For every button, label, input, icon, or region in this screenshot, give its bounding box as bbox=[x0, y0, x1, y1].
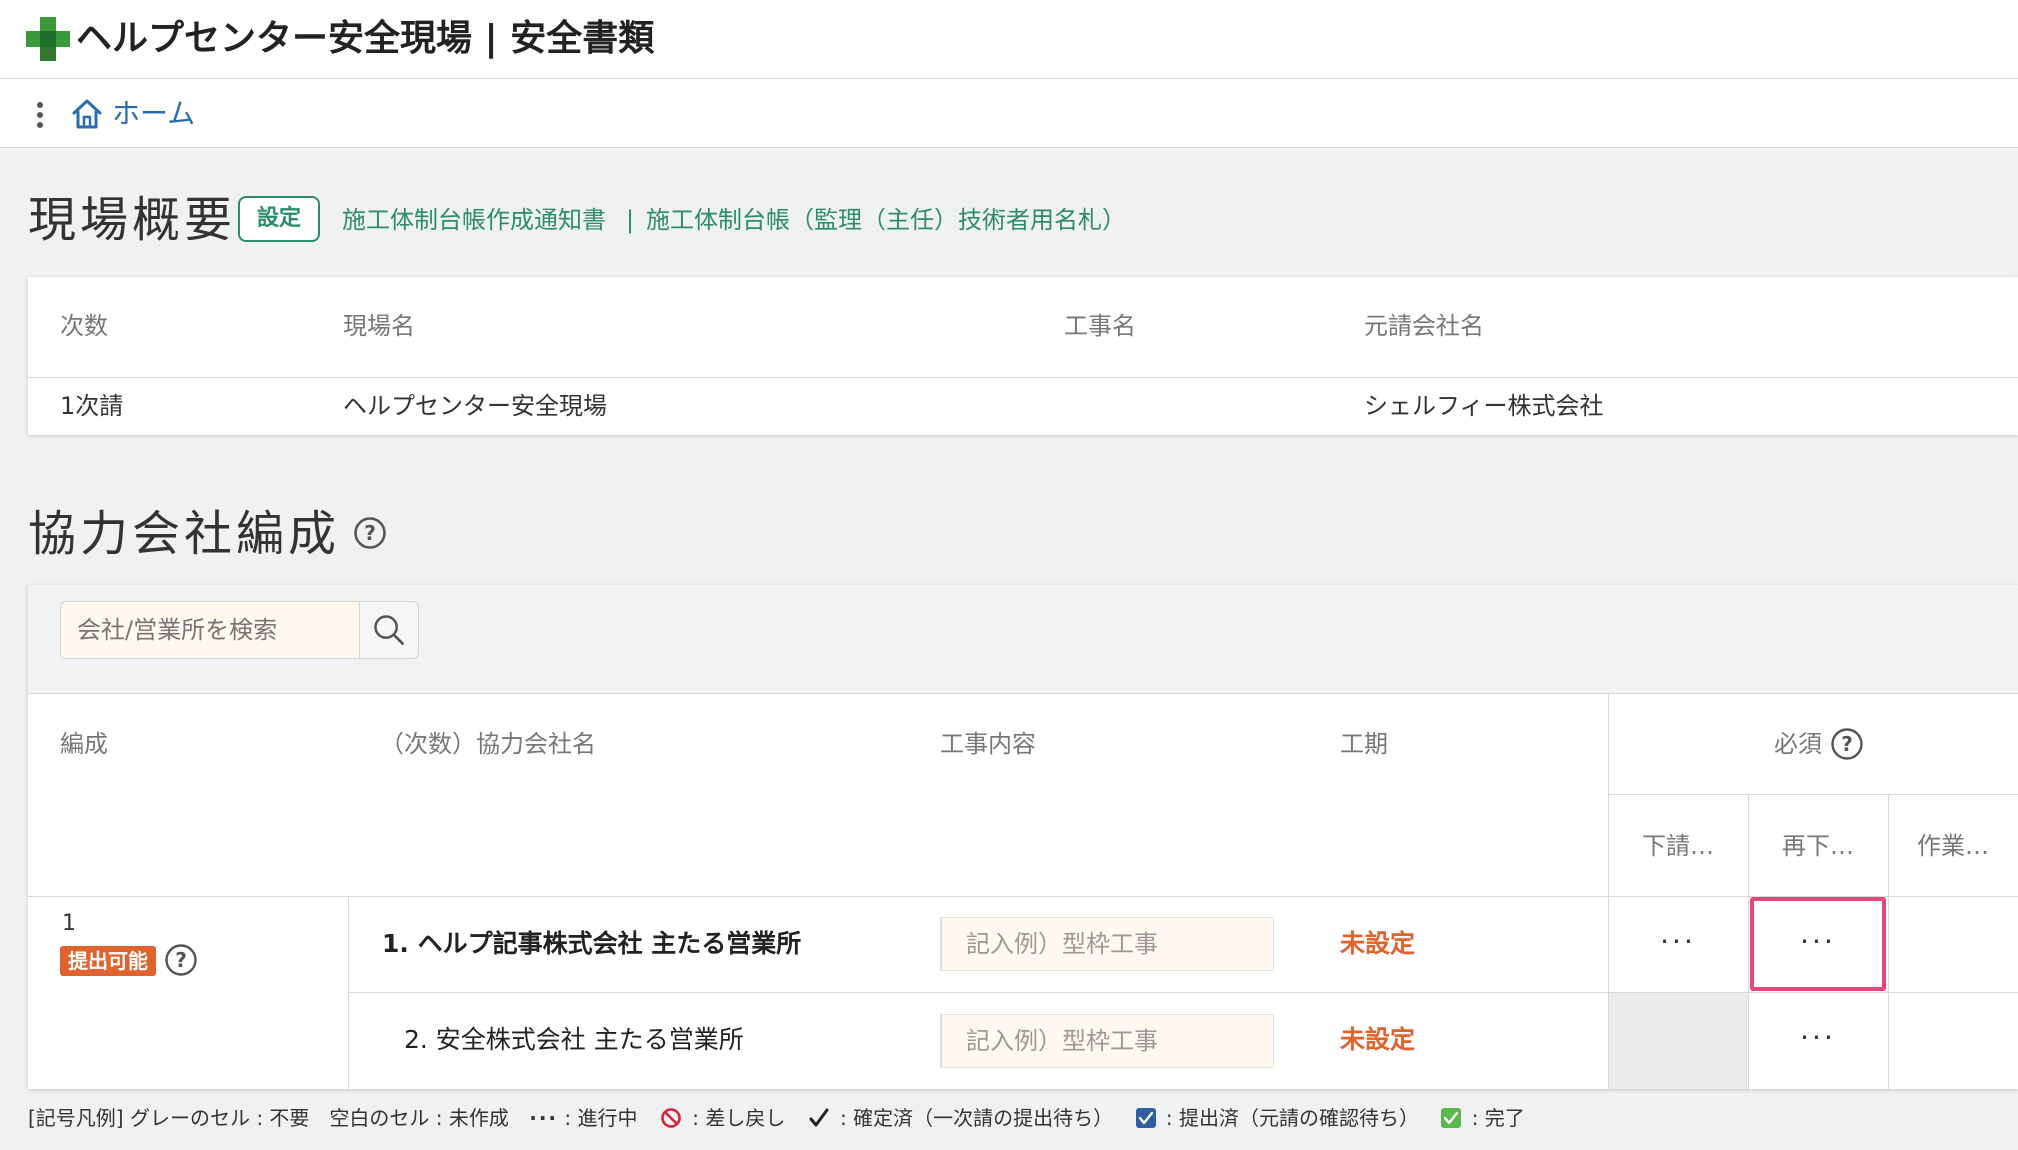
column-header-required: 必須 bbox=[1774, 730, 1822, 758]
work-content-input[interactable]: 記入例）型枠工事 bbox=[940, 917, 1274, 971]
construction-notice-link[interactable]: 施工体制台帳作成通知書 bbox=[342, 200, 606, 240]
in-progress-cell[interactable]: ··· bbox=[1608, 922, 1748, 962]
completed-checkbox-icon bbox=[1441, 1108, 1462, 1128]
logo-cross-icon bbox=[26, 17, 70, 61]
period-status[interactable]: 未設定 bbox=[1340, 924, 1415, 964]
overview-header-site-name: 現場名 bbox=[343, 312, 415, 340]
symbol-legend: [記号凡例] グレーのセル : 不要 空白のセル : 未作成 ··· : 進行中… bbox=[28, 1100, 1525, 1136]
column-header-company: （次数）協力会社名 bbox=[380, 730, 596, 758]
legend-returned: : 差し戻し bbox=[692, 1106, 786, 1130]
search-button[interactable] bbox=[359, 601, 419, 659]
row-divider bbox=[348, 992, 2018, 993]
svg-text:?: ? bbox=[175, 948, 187, 972]
required-subheader-divider bbox=[1608, 794, 2018, 795]
table-header-divider bbox=[28, 896, 2018, 897]
in-progress-cell[interactable]: ··· bbox=[1748, 1018, 1888, 1058]
company-name[interactable]: 1. ヘルプ記事株式会社 主たる営業所 bbox=[382, 924, 801, 964]
status-badge: 提出可能 bbox=[60, 946, 156, 976]
help-icon[interactable]: ? bbox=[353, 516, 387, 550]
breadcrumb-home-link[interactable]: ホーム bbox=[112, 94, 195, 134]
column-header-resubcontract[interactable]: 再下… bbox=[1748, 826, 1888, 866]
submitted-checkbox-icon bbox=[1135, 1108, 1156, 1128]
not-required-cell bbox=[1609, 993, 1748, 1089]
period-status[interactable]: 未設定 bbox=[1340, 1020, 1415, 1060]
home-icon[interactable] bbox=[70, 97, 104, 131]
overview-section-title: 現場概要 bbox=[28, 192, 237, 248]
overview-tier-value: 1次請 bbox=[60, 392, 124, 420]
column-header-period: 工期 bbox=[1340, 730, 1388, 758]
column-header-subcontract[interactable]: 下請… bbox=[1608, 826, 1748, 866]
legend-completed: : 完了 bbox=[1471, 1106, 1525, 1130]
status-help-icon[interactable]: ? bbox=[164, 943, 198, 977]
work-content-input[interactable]: 記入例）型枠工事 bbox=[940, 1014, 1274, 1068]
overview-header-work-name: 工事名 bbox=[1064, 312, 1136, 340]
company-search-input[interactable] bbox=[60, 601, 360, 659]
breadcrumb-bar bbox=[0, 79, 2018, 148]
engineer-nameplate-link[interactable]: 施工体制台帳（監理（主任）技術者用名札） bbox=[646, 200, 1126, 240]
legend-confirmed: : 確定済（一次請の提出待ち） bbox=[840, 1106, 1114, 1130]
formation-number: 1 bbox=[62, 911, 76, 936]
svg-text:?: ? bbox=[1841, 732, 1853, 756]
legend-in-progress: : 進行中 bbox=[564, 1106, 638, 1130]
legend-submitted: : 提出済（元請の確認待ち） bbox=[1165, 1106, 1419, 1130]
column-header-formation: 編成 bbox=[60, 730, 108, 758]
overview-table-divider bbox=[28, 377, 2018, 378]
link-separator: | bbox=[626, 206, 635, 234]
overview-prime-contractor-value: シェルフィー株式会社 bbox=[1364, 392, 1604, 420]
checkmark-icon bbox=[809, 1108, 829, 1127]
kebab-menu-icon[interactable] bbox=[30, 101, 50, 129]
company-name[interactable]: 2. 安全株式会社 主たる営業所 bbox=[404, 1020, 744, 1060]
app-title: ヘルプセンター安全現場 | 安全書類 bbox=[76, 18, 655, 59]
in-progress-symbol: ··· bbox=[529, 1106, 559, 1130]
overview-table bbox=[28, 277, 2018, 435]
formation-column-border bbox=[348, 896, 349, 1089]
column-header-work-content: 工事内容 bbox=[940, 730, 1036, 758]
returned-icon bbox=[661, 1108, 681, 1128]
in-progress-cell[interactable]: ··· bbox=[1748, 922, 1888, 962]
organization-section-title: 協力会社編成 bbox=[28, 506, 341, 562]
overview-header-tier: 次数 bbox=[60, 312, 108, 340]
svg-text:?: ? bbox=[364, 521, 376, 545]
overview-header-prime-contractor: 元請会社名 bbox=[1364, 312, 1484, 340]
overview-site-name-value: ヘルプセンター安全現場 bbox=[343, 392, 607, 420]
legend-prefix: [記号凡例] グレーのセル : 不要 空白のセル : 未作成 bbox=[28, 1106, 509, 1130]
overview-settings-button[interactable]: 設定 bbox=[238, 196, 320, 242]
column-header-work[interactable]: 作業… bbox=[1888, 826, 2018, 866]
required-help-icon[interactable]: ? bbox=[1830, 727, 1864, 761]
